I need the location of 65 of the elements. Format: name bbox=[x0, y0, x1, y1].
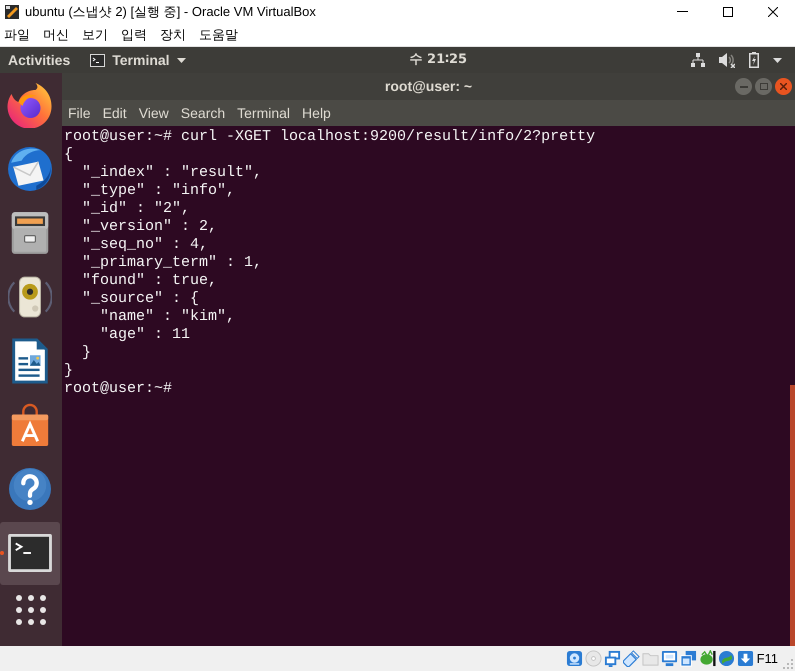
menu-item[interactable]: Help bbox=[302, 102, 331, 124]
maximize-icon bbox=[722, 6, 732, 16]
menu-item[interactable]: Terminal bbox=[237, 102, 290, 124]
terminal-line: root@user:~# curl -XGET localhost:9200/result/info/2?pretty bbox=[64, 128, 596, 145]
network-icon bbox=[691, 53, 705, 67]
terminal-line: "_index" : "result", bbox=[82, 164, 262, 181]
terminal-line: } bbox=[82, 344, 92, 361]
logo-icon bbox=[4, 4, 20, 20]
menu-item[interactable]: 장치 bbox=[160, 24, 186, 44]
menu-item[interactable]: View bbox=[138, 102, 169, 124]
windows-icon[interactable] bbox=[680, 650, 697, 667]
document-icon bbox=[10, 338, 50, 384]
mouse-icon[interactable] bbox=[698, 650, 716, 667]
terminal-line: "age" : 11 bbox=[100, 326, 190, 343]
usb-icon[interactable] bbox=[622, 650, 640, 667]
dock-item[interactable] bbox=[0, 522, 60, 584]
file-cabinet-icon bbox=[10, 211, 50, 255]
terminal-title: root@user: ~ bbox=[384, 77, 472, 96]
window-title: ubuntu (스냅샷 2) [실행 중] - Oracle VM VirtualBox bbox=[25, 2, 316, 21]
terminal-line: root@user:~# bbox=[64, 380, 172, 397]
minimize-icon bbox=[740, 86, 748, 88]
terminal-line: "_source" : { bbox=[82, 290, 200, 307]
close-icon bbox=[780, 83, 787, 90]
speaker-icon bbox=[8, 274, 52, 320]
menu-item[interactable]: 도움말 bbox=[199, 24, 238, 44]
terminal-line: "_version" : 2, bbox=[82, 218, 218, 235]
bird-envelope-icon bbox=[7, 146, 53, 192]
resize-grip-icon bbox=[782, 658, 793, 669]
terminal-line: "_primary_term" : 1, bbox=[82, 254, 262, 271]
question-mark-icon bbox=[9, 468, 51, 510]
battery-icon bbox=[749, 52, 759, 68]
fox-globe-icon bbox=[7, 82, 53, 128]
menu-item[interactable]: Search bbox=[180, 102, 226, 124]
clock[interactable]: 수 21∶25 bbox=[410, 50, 468, 70]
scrollbar-thumb[interactable] bbox=[790, 385, 795, 646]
minimize-icon bbox=[677, 11, 688, 12]
terminal-line: "found" : true, bbox=[82, 272, 218, 289]
menu-item[interactable]: 파일 bbox=[4, 24, 30, 44]
app-grid-icon bbox=[16, 595, 46, 625]
terminal-line: "name" : "kim", bbox=[100, 308, 236, 325]
menu-item[interactable]: 입력 bbox=[121, 24, 147, 44]
terminal-line: { bbox=[64, 146, 74, 163]
close-icon bbox=[768, 6, 778, 16]
menu-item[interactable]: 보기 bbox=[82, 24, 108, 44]
caret-icon bbox=[176, 58, 186, 62]
menu-item[interactable]: 머신 bbox=[43, 24, 69, 44]
activities-button[interactable]: Activities bbox=[8, 50, 70, 70]
terminal-line: "_seq_no" : 4, bbox=[82, 236, 208, 253]
display-icon[interactable] bbox=[660, 650, 678, 667]
globe-icon[interactable] bbox=[718, 650, 735, 667]
minimize-button[interactable] bbox=[735, 78, 752, 95]
terminal-line: "_type" : "info", bbox=[82, 182, 236, 199]
menu-item[interactable]: File bbox=[68, 102, 91, 124]
maximize-icon bbox=[760, 83, 768, 90]
caret-icon bbox=[773, 58, 782, 62]
terminal-icon bbox=[7, 533, 53, 573]
network-icon[interactable] bbox=[604, 650, 621, 667]
system-menu[interactable] bbox=[691, 52, 782, 68]
terminal-line: } bbox=[64, 362, 74, 379]
menu-item[interactable]: Edit bbox=[102, 102, 127, 124]
terminal-icon bbox=[90, 54, 106, 66]
app-menu[interactable]: Terminal bbox=[90, 50, 186, 70]
host-key-label: F11 bbox=[756, 650, 778, 668]
show-apps-button[interactable] bbox=[16, 595, 46, 625]
terminal-line: "_id" : "2", bbox=[82, 200, 190, 217]
